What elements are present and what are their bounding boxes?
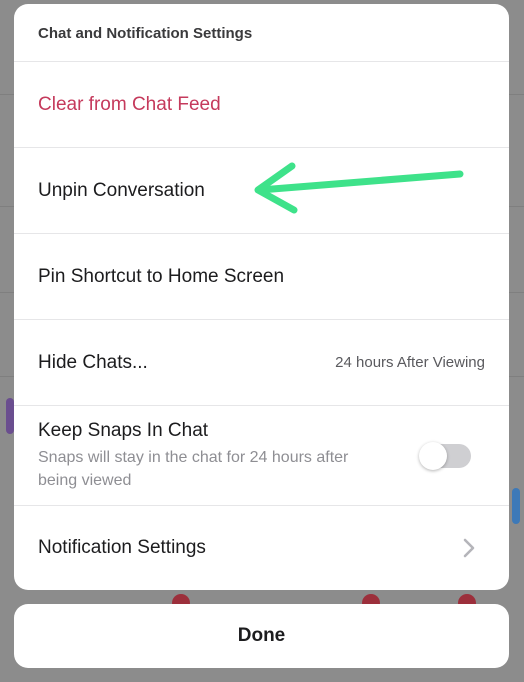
annotation-arrow-icon [254,162,464,214]
background-avatar-edge [6,398,14,434]
keep-snaps-in-chat-option: Keep Snaps In Chat Snaps will stay in th… [14,406,509,506]
clear-from-chat-feed-option[interactable]: Clear from Chat Feed [14,62,509,148]
notification-settings-option[interactable]: Notification Settings [14,506,509,590]
background-avatar-edge [512,488,520,524]
chat-settings-sheet: Chat and Notification Settings Clear fro… [14,4,509,590]
hide-chats-option[interactable]: Hide Chats... 24 hours After Viewing [14,320,509,406]
sheet-title: Chat and Notification Settings [14,4,509,62]
chevron-right-icon [463,538,475,558]
option-label: Keep Snaps In Chat [38,419,209,441]
done-button[interactable]: Done [14,604,509,668]
option-subtitle: Snaps will stay in the chat for 24 hours… [38,448,349,489]
keep-snaps-toggle[interactable] [419,442,471,470]
pin-shortcut-option[interactable]: Pin Shortcut to Home Screen [14,234,509,320]
option-label: Notification Settings [38,537,206,558]
option-label: Clear from Chat Feed [38,93,221,115]
hide-chats-value: 24 hours After Viewing [335,354,485,371]
option-label: Pin Shortcut to Home Screen [38,265,285,287]
toggle-knob [419,442,447,470]
option-label: Hide Chats... [38,351,148,373]
option-label: Unpin Conversation [38,179,205,201]
